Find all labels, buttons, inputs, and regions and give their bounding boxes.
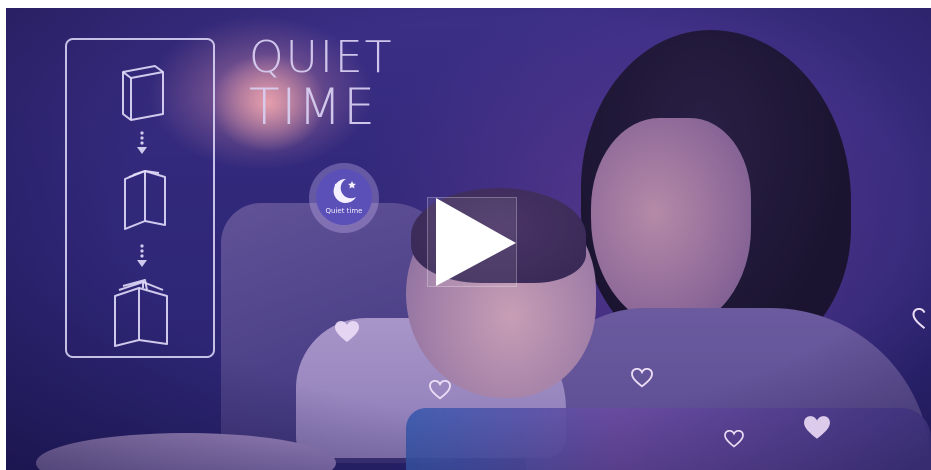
- open-book-icon: [114, 279, 168, 347]
- heart-icon: [631, 368, 653, 388]
- badge-label: Quiet time: [325, 207, 363, 215]
- heart-icon: [912, 308, 926, 329]
- closed-book-icon: [122, 65, 164, 121]
- heart-icon: [335, 321, 359, 342]
- heart-icon: [724, 430, 744, 448]
- title-line-quiet: QUIET: [249, 32, 394, 83]
- heart-icon: [429, 380, 451, 400]
- picture-book: [406, 408, 931, 470]
- arrow-down-icon: [137, 131, 147, 154]
- badge-circle: Quiet time: [316, 169, 372, 225]
- heart-icon: [804, 416, 830, 439]
- moon-stars-icon: [333, 178, 356, 203]
- book-sequence-panel: [65, 38, 215, 358]
- play-icon: [436, 198, 516, 286]
- video-title: QUIET TIME: [249, 32, 394, 136]
- title-line-time: TIME: [249, 78, 378, 136]
- play-button[interactable]: [427, 197, 517, 287]
- half-open-book-icon: [124, 170, 166, 230]
- video-player[interactable]: QUIET TIME Quiet time: [6, 8, 931, 470]
- quiet-time-badge: Quiet time: [309, 163, 379, 233]
- arrow-down-icon: [137, 244, 147, 267]
